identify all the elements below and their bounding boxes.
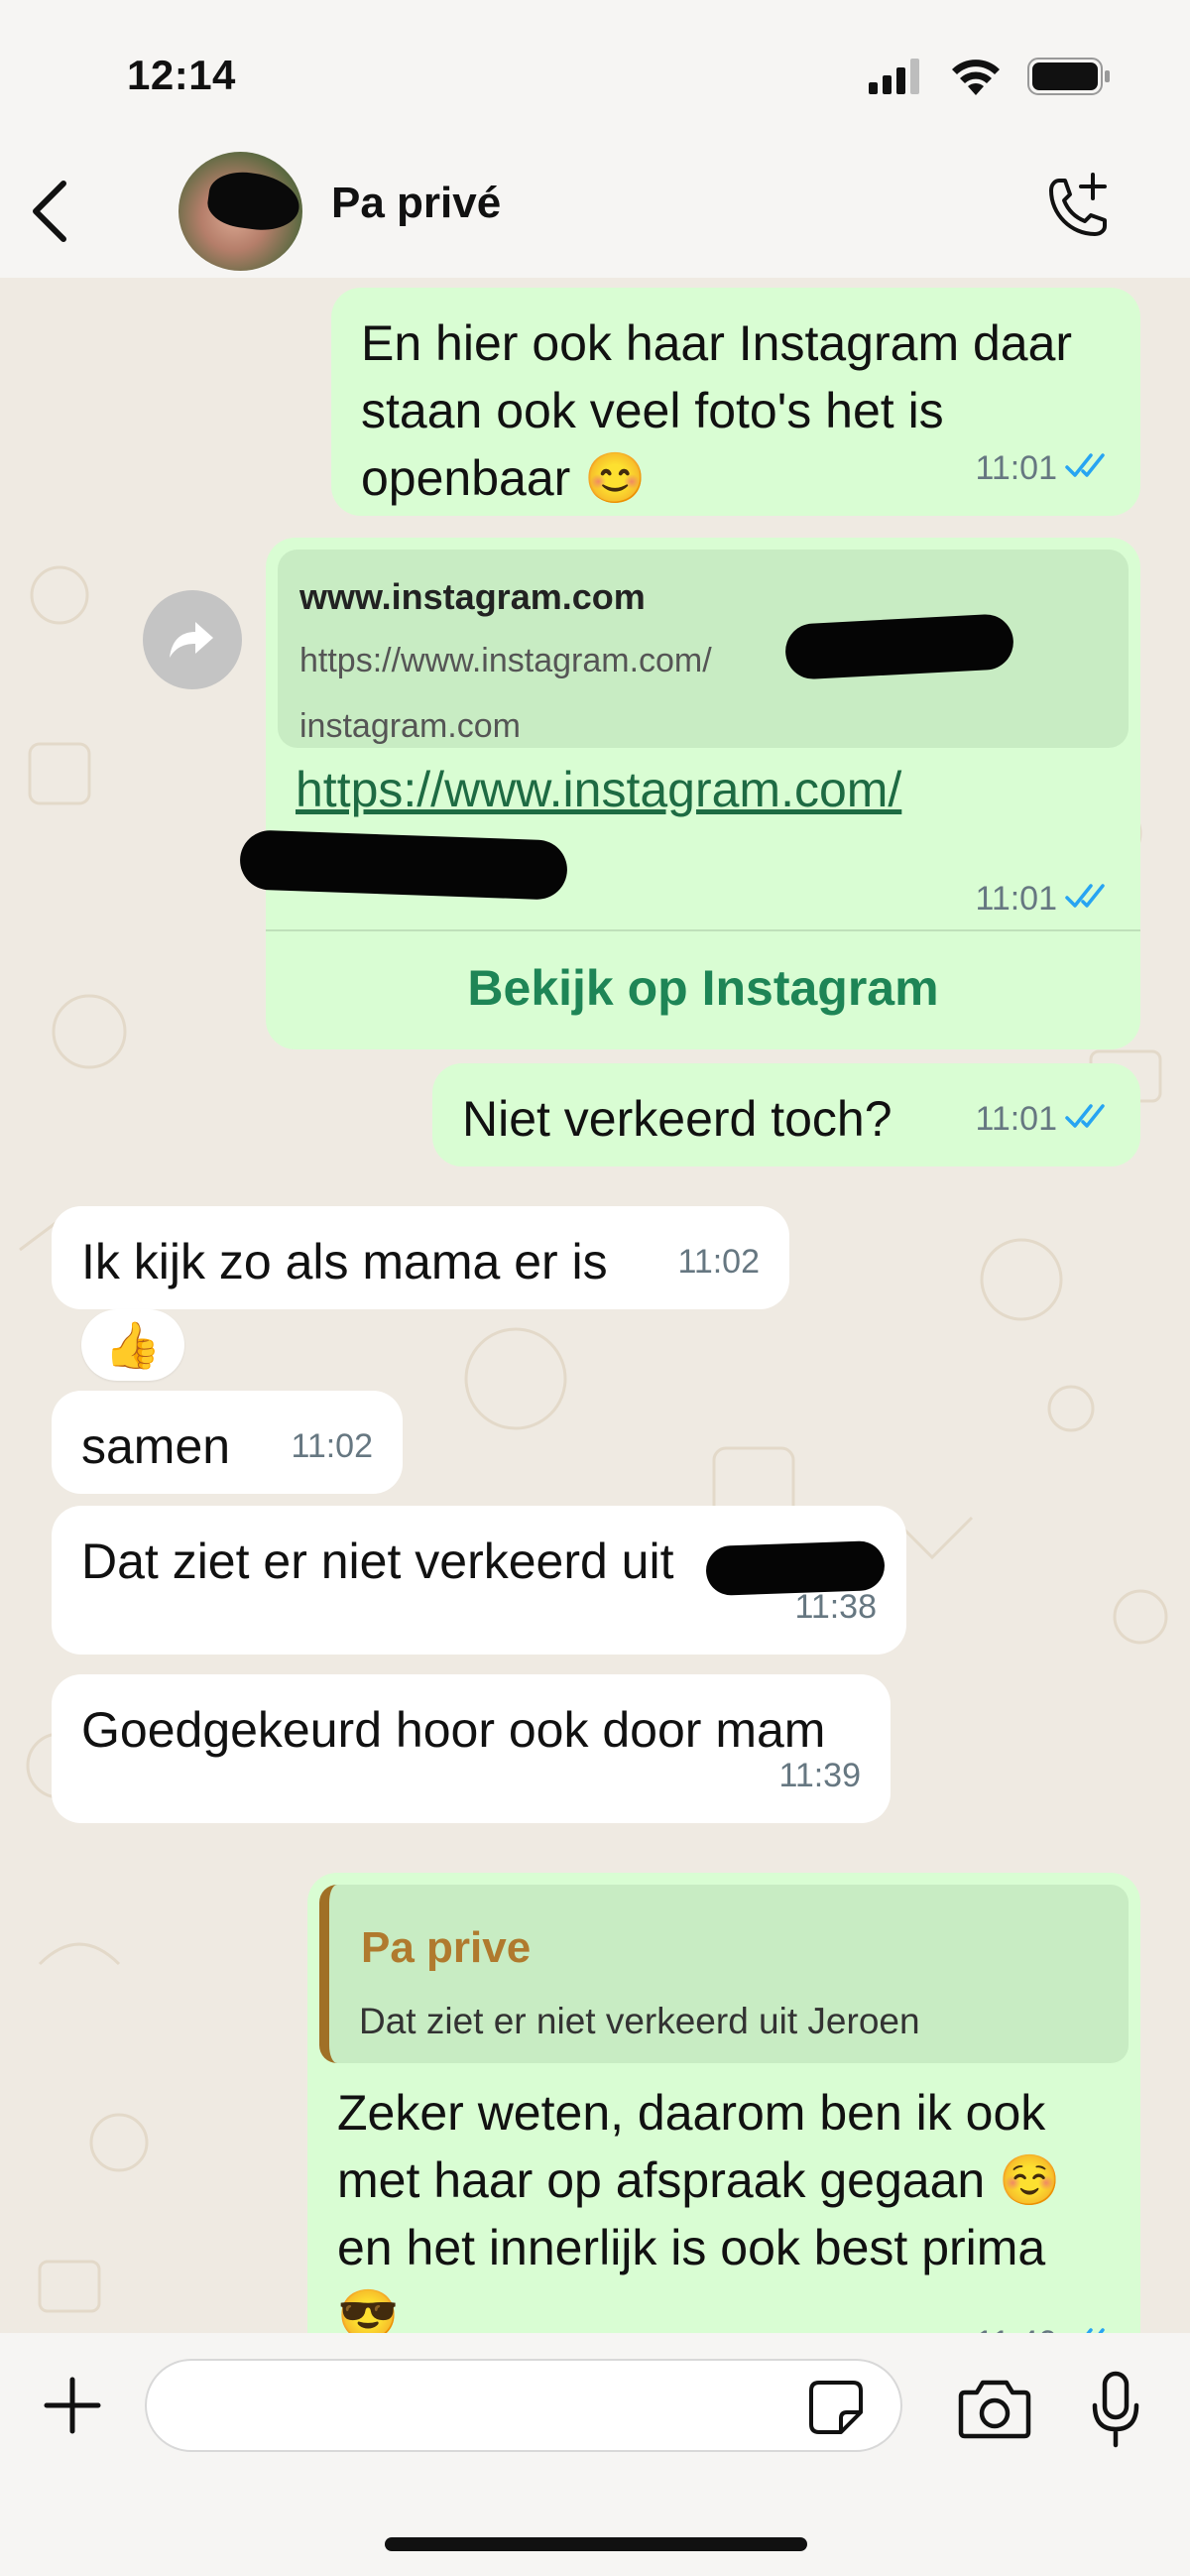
message-incoming[interactable]: Ik kijk zo als mama er is 11:02 bbox=[52, 1206, 789, 1309]
attach-button[interactable] bbox=[38, 2371, 107, 2440]
quoted-message[interactable]: Pa prive Dat ziet er niet verkeerd uit J… bbox=[319, 1885, 1129, 2063]
camera-button[interactable] bbox=[950, 2369, 1039, 2448]
message-meta: 11:01 bbox=[975, 434, 1113, 502]
read-ticks-icon bbox=[1065, 2309, 1113, 2333]
plus-icon bbox=[44, 2377, 101, 2434]
add-call-button[interactable] bbox=[1035, 169, 1115, 248]
compose-bar bbox=[0, 2333, 1190, 2576]
home-indicator bbox=[385, 2537, 807, 2551]
share-arrow-icon bbox=[170, 622, 213, 658]
preview-site: instagram.com bbox=[299, 707, 521, 745]
instagram-link[interactable]: https://www.instagram.com/ bbox=[296, 756, 901, 823]
avatar[interactable] bbox=[178, 152, 302, 271]
reaction-thumbs-up[interactable]: 👍 bbox=[81, 1309, 184, 1381]
relieved-emoji: ☺️ bbox=[999, 2152, 1061, 2208]
sticker-icon bbox=[809, 2381, 863, 2434]
read-ticks-icon bbox=[1065, 865, 1113, 932]
message-time: 11:38 bbox=[794, 1588, 877, 1626]
message-meta: 11:02 bbox=[677, 1228, 760, 1295]
divider bbox=[266, 929, 1140, 931]
message-meta: 11:40 bbox=[975, 2309, 1113, 2333]
message-text-block: Zeker weten, daarom ben ik ook met haar … bbox=[337, 2079, 1121, 2333]
message-time: 11:01 bbox=[975, 449, 1057, 487]
message-time: 11:39 bbox=[778, 1757, 861, 1794]
sunglasses-emoji: 😎 bbox=[337, 2287, 400, 2333]
message-time: 11:02 bbox=[677, 1243, 760, 1281]
message-text: Ik kijk zo als mama er is bbox=[81, 1234, 608, 1289]
forward-button[interactable] bbox=[143, 590, 242, 689]
smile-emoji: 😊 bbox=[584, 450, 647, 506]
message-text: samen bbox=[81, 1418, 231, 1474]
redaction bbox=[239, 829, 568, 901]
preview-domain: www.instagram.com bbox=[299, 576, 646, 617]
chevron-left-icon bbox=[33, 181, 66, 242]
redaction bbox=[783, 613, 1015, 680]
back-button[interactable] bbox=[20, 177, 79, 246]
status-time: 12:14 bbox=[127, 52, 236, 98]
message-text: En hier ook haar Instagram daar staan oo… bbox=[361, 315, 1073, 506]
signal-icon bbox=[869, 59, 924, 99]
message-incoming[interactable]: Dat ziet er niet verkeerd uit 11:38 bbox=[52, 1506, 906, 1655]
wifi-icon bbox=[950, 58, 1002, 100]
message-meta: 11:01 bbox=[975, 1085, 1113, 1153]
message-text: Dat ziet er niet verkeerd uit bbox=[81, 1533, 674, 1589]
quote-author: Pa prive bbox=[361, 1923, 532, 1972]
chat-area[interactable]: En hier ook haar Instagram daar staan oo… bbox=[0, 278, 1190, 2333]
quote-text: Dat ziet er niet verkeerd uit Jeroen bbox=[359, 2001, 920, 2041]
battery-icon bbox=[1027, 58, 1111, 100]
contact-name[interactable]: Pa privé bbox=[331, 179, 501, 228]
message-outgoing-reply[interactable]: Pa prive Dat ziet er niet verkeerd uit J… bbox=[307, 1873, 1140, 2333]
preview-url: https://www.instagram.com// bbox=[299, 642, 870, 679]
message-time: 11:40 bbox=[975, 2309, 1057, 2333]
message-outgoing[interactable]: En hier ook haar Instagram daar staan oo… bbox=[331, 288, 1140, 516]
phone-plus-icon bbox=[1049, 173, 1107, 236]
camera-icon bbox=[958, 2380, 1031, 2439]
sticker-button[interactable] bbox=[805, 2377, 867, 2438]
message-incoming[interactable]: Goedgekeurd hoor ook door mam 11:39 bbox=[52, 1674, 891, 1823]
message-input[interactable] bbox=[145, 2359, 902, 2452]
view-on-instagram-button[interactable]: Bekijk op Instagram bbox=[266, 954, 1140, 1022]
microphone-button[interactable] bbox=[1081, 2365, 1150, 2454]
message-meta: 11:39 bbox=[778, 1742, 861, 1809]
message-incoming[interactable]: samen 11:02 bbox=[52, 1391, 403, 1494]
message-outgoing[interactable]: Niet verkeerd toch? 11:01 bbox=[432, 1063, 1140, 1166]
message-text: Zeker weten, daarom ben ik ook met haar … bbox=[337, 2085, 1046, 2208]
status-icons bbox=[869, 58, 1111, 100]
message-text-continued: en het innerlijk is ook best prima bbox=[337, 2220, 1046, 2275]
message-meta: 11:02 bbox=[291, 1412, 373, 1480]
status-bar: 12:14 bbox=[0, 0, 1190, 149]
read-ticks-icon bbox=[1065, 434, 1113, 502]
message-time: 11:01 bbox=[975, 1100, 1057, 1138]
link-preview-card[interactable]: www.instagram.com https://www.instagram.… bbox=[278, 550, 1129, 748]
message-meta: 11:01 bbox=[975, 865, 1113, 932]
message-link-preview[interactable]: www.instagram.com https://www.instagram.… bbox=[239, 538, 1140, 1049]
message-text: Niet verkeerd toch? bbox=[462, 1091, 892, 1147]
message-time: 11:02 bbox=[291, 1427, 373, 1465]
message-meta: 11:38 bbox=[794, 1573, 877, 1641]
read-ticks-icon bbox=[1065, 1085, 1113, 1153]
chat-header: Pa privé bbox=[0, 149, 1190, 278]
message-time: 11:01 bbox=[975, 880, 1057, 918]
microphone-icon bbox=[1092, 2371, 1139, 2448]
message-text: Goedgekeurd hoor ook door mam bbox=[81, 1702, 826, 1758]
